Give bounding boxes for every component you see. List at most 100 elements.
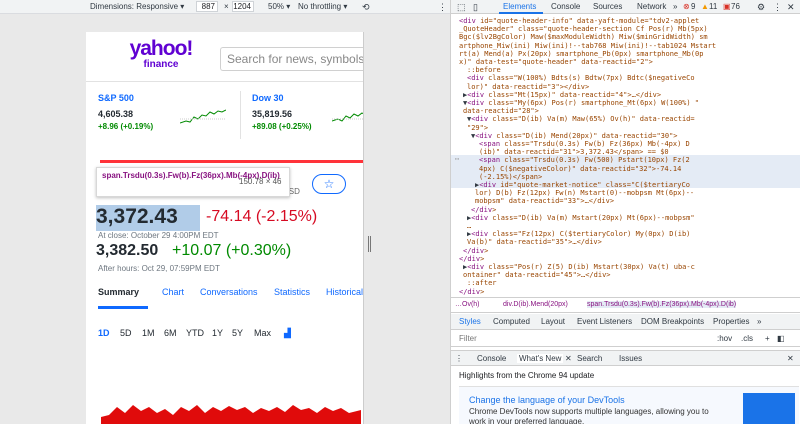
- hov-toggle[interactable]: :hov: [717, 334, 732, 343]
- breadcrumb-item[interactable]: div.D(ib).Mend(20px): [503, 301, 568, 308]
- new-rule-button[interactable]: +: [765, 334, 770, 343]
- drawer-tab-close-icon[interactable]: ✕: [565, 354, 572, 363]
- more-options-icon[interactable]: ⋮: [438, 2, 447, 13]
- tab-layout[interactable]: Layout: [541, 317, 565, 326]
- dom-node-line[interactable]: </div>: [459, 255, 484, 263]
- drawer-tab-console[interactable]: Console: [477, 354, 506, 363]
- dom-node-line[interactable]: lor)" data-reactid="3"></div>: [467, 83, 589, 91]
- card-title[interactable]: Change the language of your DevTools: [469, 395, 625, 405]
- range-5d[interactable]: 5D: [120, 328, 132, 338]
- whats-new-card[interactable]: Change the language of your DevTools Chr…: [459, 386, 799, 424]
- dom-node-line[interactable]: (ib)" data-reactid="31">3,372.43</span> …: [479, 148, 669, 156]
- dom-node-line[interactable]: </div>: [459, 288, 484, 296]
- throttle-dropdown[interactable]: No throttling ▾: [298, 2, 347, 11]
- tab-statistics[interactable]: Statistics: [274, 287, 310, 297]
- dom-node-line[interactable]: artphone_Miw(ini) Miw(ini)!--tab768 Miw(…: [459, 42, 716, 50]
- dom-node-line[interactable]: rt(a) Mend(a) Px(20px) smartphone_Pb(0px…: [459, 50, 703, 58]
- inspect-element-icon[interactable]: ⬚: [457, 2, 466, 13]
- dom-node-line[interactable]: mobpsm" data-reactid="33">…</div>: [475, 197, 614, 205]
- filter-input[interactable]: Filter: [459, 334, 477, 343]
- tab-conversations[interactable]: Conversations: [200, 287, 258, 297]
- close-icon[interactable]: ✕: [787, 2, 795, 13]
- dom-node-line[interactable]: x)" data-test="quote-header" data-reacti…: [459, 58, 653, 66]
- dom-node-line[interactable]: <span class="Trsdu(0.3s) Fw(b) Fz(36px) …: [479, 140, 690, 148]
- dom-node-line[interactable]: "29">: [467, 124, 488, 132]
- more-tabs-icon[interactable]: »: [673, 2, 677, 11]
- tab-console[interactable]: Console: [551, 2, 580, 11]
- range-max[interactable]: Max: [254, 328, 271, 338]
- tab-elements[interactable]: Elements: [503, 2, 536, 11]
- drawer-tab-search[interactable]: Search: [577, 354, 602, 363]
- height-input[interactable]: 1204: [232, 1, 254, 12]
- dom-node-line[interactable]: </div>: [463, 247, 488, 255]
- dom-node-line[interactable]: ▼<div class="D(ib) Mend(20px)" data-reac…: [471, 132, 678, 140]
- tab-network[interactable]: Network: [637, 2, 666, 11]
- breadcrumb-item-active[interactable]: span.Trsdu(0.3s).Fw(b).Fz(36px).Mb(-4px)…: [587, 301, 737, 308]
- range-5y[interactable]: 5Y: [232, 328, 243, 338]
- dom-node-line[interactable]: …: [467, 222, 471, 230]
- dom-node-line[interactable]: _QuoteHeader" class="quote-header-sectio…: [459, 25, 708, 33]
- dom-node-line[interactable]: 4px) C($negativeColor)" data-reactid="32…: [479, 165, 681, 173]
- ellipsis-icon[interactable]: ⋯: [455, 155, 459, 163]
- settings-gear-icon[interactable]: ⚙: [757, 2, 765, 13]
- tab-sources[interactable]: Sources: [593, 2, 622, 11]
- logo-text: yahoo!: [129, 37, 194, 60]
- dom-node-line[interactable]: lor) D(b) Fz(12px) Fw(n) Mstart(0)--mobp…: [475, 189, 694, 197]
- issues-icon[interactable]: ▣: [723, 2, 731, 11]
- ticker-sp500[interactable]: S&P 500 4,605.38 +8.96 (+0.19%): [98, 93, 238, 131]
- dom-node-line[interactable]: (-2.15%)</span>: [479, 173, 542, 181]
- warning-icon[interactable]: ▲: [701, 2, 709, 11]
- tab-computed[interactable]: Computed: [493, 317, 530, 326]
- more-menu-icon[interactable]: ⋮: [773, 2, 782, 13]
- tab-dom-breakpoints[interactable]: DOM Breakpoints: [641, 317, 704, 326]
- range-ytd[interactable]: YTD: [186, 328, 204, 338]
- computed-sidebar-icon[interactable]: ◧: [777, 334, 785, 343]
- dom-node-line[interactable]: ▼<div class="D(ib) Va(m) Maw(65%) Ov(h)"…: [467, 115, 695, 123]
- zoom-dropdown[interactable]: 50% ▾: [268, 2, 290, 11]
- dom-node-line[interactable]: ::before: [467, 66, 501, 74]
- range-1m[interactable]: 1M: [142, 328, 155, 338]
- yahoo-finance-logo[interactable]: yahoo! finance: [126, 38, 196, 70]
- breadcrumb-item[interactable]: …Ov(h): [455, 301, 480, 308]
- range-6m[interactable]: 6M: [164, 328, 177, 338]
- dom-node-line[interactable]: <div class="W(100%) Bdts(s) Bdtw(7px) Bd…: [467, 74, 695, 82]
- tab-historical[interactable]: Historical: [326, 287, 363, 297]
- dom-node-line[interactable]: Va(b)" data-reactid="35">…</div>: [467, 238, 602, 246]
- dom-node-line[interactable]: Bgc($lv2BgColor) Maw($maxModuleWidth) Mi…: [459, 33, 708, 41]
- drawer-tab-whats-new[interactable]: What's New: [517, 354, 564, 363]
- dom-node-line[interactable]: ontainer" data-reactid="45">…</div>: [463, 271, 611, 279]
- width-input[interactable]: 887: [196, 1, 218, 12]
- rotate-icon[interactable]: ⟲: [362, 2, 370, 13]
- resize-handle[interactable]: [368, 236, 371, 252]
- watchlist-star-icon[interactable]: ☆: [312, 174, 346, 194]
- tab-event-listeners[interactable]: Event Listeners: [577, 317, 632, 326]
- dom-node-line[interactable]: ▶<div id="quote-market-notice" class="C(…: [475, 181, 690, 189]
- dimensions-dropdown[interactable]: Dimensions: Responsive ▾: [90, 2, 184, 11]
- drawer-menu-icon[interactable]: ⋮: [455, 354, 463, 363]
- search-input[interactable]: Search for news, symbols or co: [220, 47, 363, 71]
- drawer-tab-issues[interactable]: Issues: [619, 354, 642, 363]
- dom-node-line[interactable]: <span class="Trsdu(0.3s) Fw(500) Pstart(…: [479, 156, 690, 164]
- dom-node-line[interactable]: ::after: [467, 279, 497, 287]
- dom-node-line[interactable]: <div id="quote-header-info" data-yaft-mo…: [459, 17, 699, 25]
- dom-node-line[interactable]: ▶<div class="Fz(12px) C($tertiaryColor) …: [467, 230, 690, 238]
- tab-styles[interactable]: Styles: [459, 317, 481, 326]
- cls-toggle[interactable]: .cls: [741, 334, 753, 343]
- tab-summary[interactable]: Summary: [98, 287, 139, 297]
- drawer-close-icon[interactable]: ✕: [787, 354, 794, 363]
- range-1y[interactable]: 1Y: [212, 328, 223, 338]
- dom-node-line[interactable]: ▶<div class="Pos(r) Z(5) D(ib) Mstart(30…: [463, 263, 695, 271]
- dom-node-line[interactable]: ▶<div class="Mt(15px)" data-reactid="4">…: [463, 91, 661, 99]
- tab-chart[interactable]: Chart: [162, 287, 184, 297]
- chart-type-icon[interactable]: ▟: [284, 328, 291, 339]
- tab-properties[interactable]: Properties: [713, 317, 749, 326]
- dom-node-line[interactable]: </div>: [471, 206, 496, 214]
- ticker-dow[interactable]: Dow 30 35,819.56 +89.08 (+0.25%): [252, 93, 363, 131]
- dom-node-line[interactable]: data-reactid="28">: [463, 107, 539, 115]
- device-toggle-icon[interactable]: ▯: [473, 2, 478, 13]
- error-icon[interactable]: ⊗: [683, 2, 690, 11]
- more-style-tabs-icon[interactable]: »: [757, 317, 761, 326]
- dom-node-line[interactable]: ▶<div class="D(ib) Va(m) Mstart(20px) Mt…: [467, 214, 695, 222]
- dom-node-line[interactable]: ▼<div class="My(6px) Pos(r) smartphone_M…: [463, 99, 699, 107]
- range-1d[interactable]: 1D: [98, 328, 110, 338]
